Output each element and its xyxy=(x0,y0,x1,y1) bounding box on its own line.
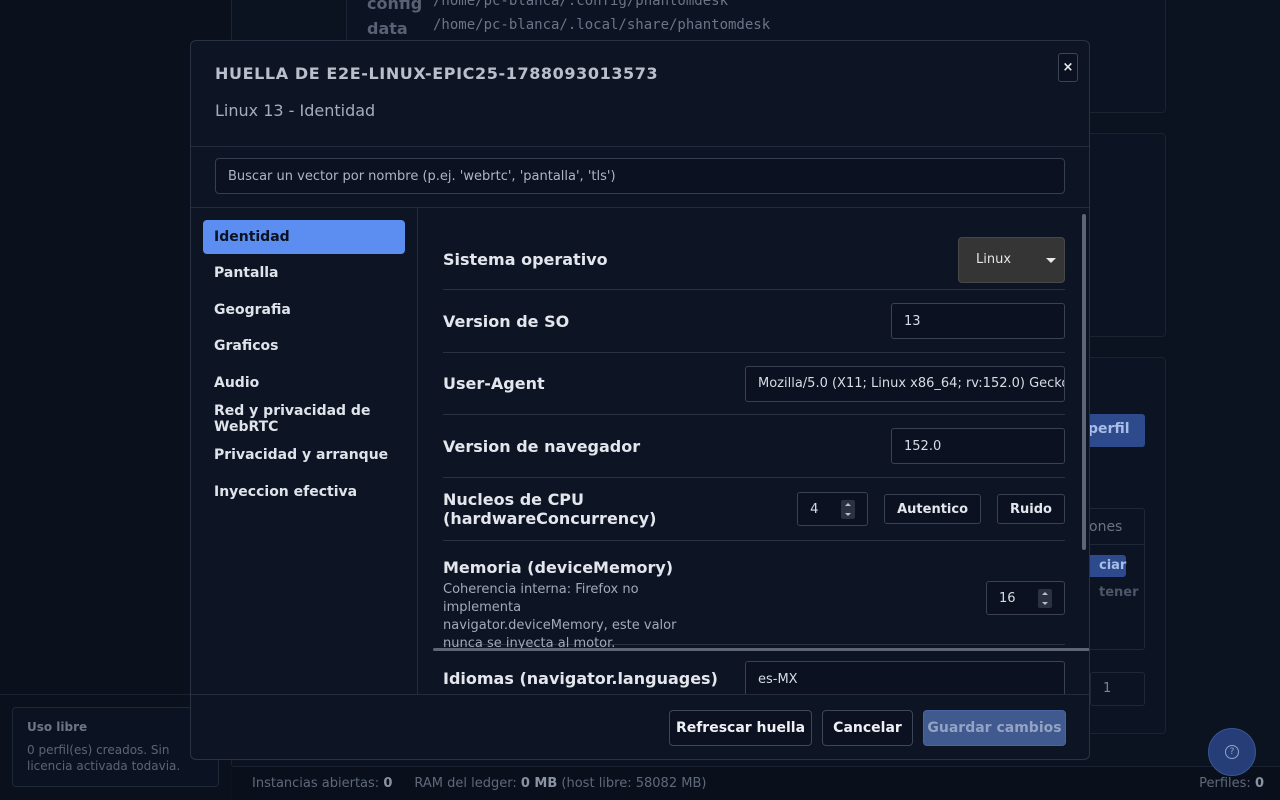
row-os-version: Version de SO 13 xyxy=(443,290,1065,353)
vector-search-input[interactable] xyxy=(215,158,1065,194)
fingerprint-modal: HUELLA DE E2E-LINUX-EPIC25-1788093013573… xyxy=(190,40,1090,760)
nav-item-webrtc[interactable]: Red y privacidad de WebRTC xyxy=(203,402,405,436)
settings-content: Sistema operativo Linux Version de SO 13… xyxy=(419,208,1089,694)
close-icon: × xyxy=(1062,60,1074,75)
help-button[interactable]: ? xyxy=(1208,728,1256,776)
memory-label: Memoria (deviceMemory) xyxy=(443,558,674,577)
authentic-button[interactable]: Autentico xyxy=(884,494,982,524)
config-path: /home/pc-blanca/.config/phantomdesk xyxy=(433,0,729,9)
data-key: data xyxy=(367,19,408,38)
browser-version-label: Version de navegador xyxy=(443,436,641,456)
row-os: Sistema operativo Linux xyxy=(443,230,1065,290)
host-free: (host libre: 58082 MB) xyxy=(561,776,707,791)
stepper-arrows-icon[interactable] xyxy=(841,500,856,519)
row-cpu: Nucleos de CPU (hardwareConcurrency) 4 A… xyxy=(443,478,1065,541)
horizontal-scrollbar[interactable] xyxy=(433,648,1089,651)
cpu-stepper[interactable]: 4 xyxy=(797,492,869,526)
search-bar xyxy=(191,147,1089,208)
section-nav: Identidad Pantalla Geografia Graficos Au… xyxy=(191,208,418,694)
languages-input[interactable]: es-MX xyxy=(745,661,1065,694)
modal-header: HUELLA DE E2E-LINUX-EPIC25-1788093013573… xyxy=(191,41,1089,147)
nav-item-graficos[interactable]: Graficos xyxy=(203,329,405,363)
modal-title: HUELLA DE E2E-LINUX-EPIC25-1788093013573 xyxy=(215,64,659,83)
profiles-label: Perfiles: xyxy=(1199,776,1251,791)
browser-version-input[interactable]: 152.0 xyxy=(891,428,1065,464)
modal-footer: Refrescar huella Cancelar Guardar cambio… xyxy=(191,694,1089,759)
vertical-scrollbar[interactable] xyxy=(1082,214,1086,550)
cancel-button[interactable]: Cancelar xyxy=(822,710,913,746)
os-select[interactable]: Linux xyxy=(958,236,1065,283)
config-key: config xyxy=(367,0,423,13)
nav-item-inyeccion[interactable]: Inyeccion efectiva xyxy=(203,475,405,509)
page-stepper[interactable]: 1 xyxy=(1090,672,1145,706)
row-languages: Idiomas (navigator.languages) es-MX xyxy=(443,661,1065,694)
os-version-label: Version de SO xyxy=(443,311,570,331)
ram-value: 0 MB xyxy=(520,776,558,791)
license-description: 0 perfil(es) creados. Sin licencia activ… xyxy=(27,743,181,773)
caret-down-icon xyxy=(1046,257,1056,263)
nav-item-identidad[interactable]: Identidad xyxy=(203,220,405,254)
instances-value: 0 xyxy=(383,776,393,791)
memory-value: 16 xyxy=(999,590,1016,606)
instances-label: Instancias abiertas: xyxy=(252,776,380,791)
languages-label: Idiomas (navigator.languages) xyxy=(443,669,718,688)
noise-button[interactable]: Ruido xyxy=(997,494,1065,524)
memory-description: Coherencia interna: Firefox no implement… xyxy=(443,582,677,651)
memory-stepper[interactable]: 16 xyxy=(986,581,1065,615)
cpu-label: Nucleos de CPU (hardwareConcurrency) xyxy=(443,490,657,528)
memory-text: Memoria (deviceMemory) Coherencia intern… xyxy=(443,558,683,653)
license-card: Uso libre 0 perfil(es) creados. Sin lice… xyxy=(12,707,219,787)
status-bar: Instancias abiertas: 0 RAM del ledger: 0… xyxy=(232,766,1280,800)
row-browser-version: Version de navegador 152.0 xyxy=(443,415,1065,478)
close-button[interactable]: × xyxy=(1058,53,1078,82)
os-label: Sistema operativo xyxy=(443,250,608,269)
profiles-value: 0 xyxy=(1254,776,1264,791)
save-button[interactable]: Guardar cambios xyxy=(923,710,1066,746)
refresh-fingerprint-button[interactable]: Refrescar huella xyxy=(669,710,812,746)
modal-subtitle: Linux 13 - Identidad xyxy=(215,101,376,120)
row-user-agent: User-Agent Mozilla/5.0 (X11; Linux x86_6… xyxy=(443,353,1065,415)
nav-item-geografia[interactable]: Geografia xyxy=(203,293,405,327)
help-icon: ? xyxy=(1225,745,1239,759)
nav-item-privacidad[interactable]: Privacidad y arranque xyxy=(203,438,405,472)
os-select-value: Linux xyxy=(976,252,1012,267)
user-agent-label: User-Agent xyxy=(443,374,545,393)
os-version-input[interactable]: 13 xyxy=(891,303,1065,339)
cpu-value: 4 xyxy=(810,501,819,517)
ram-label: RAM del ledger: xyxy=(414,776,517,791)
license-title: Uso libre xyxy=(27,720,88,734)
nav-item-audio[interactable]: Audio xyxy=(203,366,405,400)
user-agent-input[interactable]: Mozilla/5.0 (X11; Linux x86_64; rv:152.0… xyxy=(745,365,1065,402)
row-memory: Memoria (deviceMemory) Coherencia intern… xyxy=(443,541,1065,651)
data-path: /home/pc-blanca/.local/share/phantomdesk xyxy=(433,17,771,33)
cpu-controls: 4 Autentico Ruido xyxy=(797,492,1065,526)
stepper-arrows-icon[interactable] xyxy=(1038,589,1052,608)
start-profile-button[interactable]: ciar xyxy=(1085,555,1126,577)
nav-item-pantalla[interactable]: Pantalla xyxy=(203,256,405,290)
